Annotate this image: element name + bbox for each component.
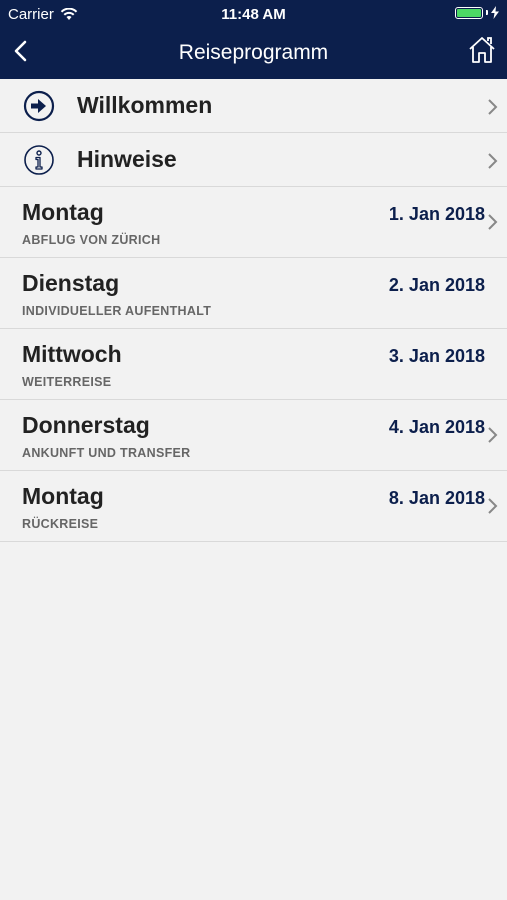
day-date: 1. Jan 2018 (388, 204, 485, 224)
menu-item-label: Hinweise (77, 146, 177, 172)
navigation-bar: Carrier 11:48 AM Reiseprogramm (0, 0, 507, 79)
day-date: 3. Jan 2018 (388, 346, 485, 366)
charging-bolt-icon (491, 6, 499, 19)
title-bar: Reiseprogramm (0, 28, 507, 79)
day-date: 2. Jan 2018 (388, 275, 485, 295)
day-row[interactable]: Montag ABFLUG VON ZÜRICH 1. Jan 2018 (0, 187, 507, 258)
menu-item-willkommen[interactable]: Willkommen (0, 79, 507, 133)
day-name: Dienstag (22, 270, 120, 296)
chevron-right-icon (488, 99, 498, 115)
page-title: Reiseprogramm (178, 41, 329, 64)
home-icon[interactable] (467, 34, 497, 66)
day-date: 4. Jan 2018 (388, 417, 485, 437)
battery-indicator (455, 6, 499, 19)
day-subtitle: WEITERREISE (22, 375, 112, 389)
day-name: Montag (22, 483, 104, 509)
day-subtitle: RÜCKREISE (22, 517, 99, 531)
menu-item-label: Willkommen (77, 92, 213, 118)
battery-icon (455, 6, 483, 19)
day-name: Donnerstag (22, 412, 150, 438)
arrow-right-circle-icon (23, 90, 55, 122)
chevron-right-icon (488, 214, 498, 230)
day-subtitle: ABFLUG VON ZÜRICH (22, 233, 161, 247)
chevron-right-icon (488, 153, 498, 169)
info-circle-icon (24, 145, 54, 175)
day-date: 8. Jan 2018 (388, 488, 485, 508)
chevron-right-icon (488, 498, 498, 514)
day-row: Dienstag INDIVIDUELLER AUFENTHALT 2. Jan… (0, 258, 507, 329)
day-subtitle: ANKUNFT UND TRANSFER (22, 446, 191, 460)
menu-item-hinweise[interactable]: Hinweise (0, 133, 507, 187)
day-name: Mittwoch (22, 341, 122, 367)
day-subtitle: INDIVIDUELLER AUFENTHALT (22, 304, 212, 318)
day-row[interactable]: Montag RÜCKREISE 8. Jan 2018 (0, 471, 507, 542)
day-row: Mittwoch WEITERREISE 3. Jan 2018 (0, 329, 507, 400)
status-time: 11:48 AM (221, 6, 286, 23)
chevron-right-icon (488, 427, 498, 443)
day-row[interactable]: Donnerstag ANKUNFT UND TRANSFER 4. Jan 2… (0, 400, 507, 471)
day-name: Montag (22, 199, 104, 225)
status-bar: Carrier 11:48 AM (0, 0, 507, 28)
